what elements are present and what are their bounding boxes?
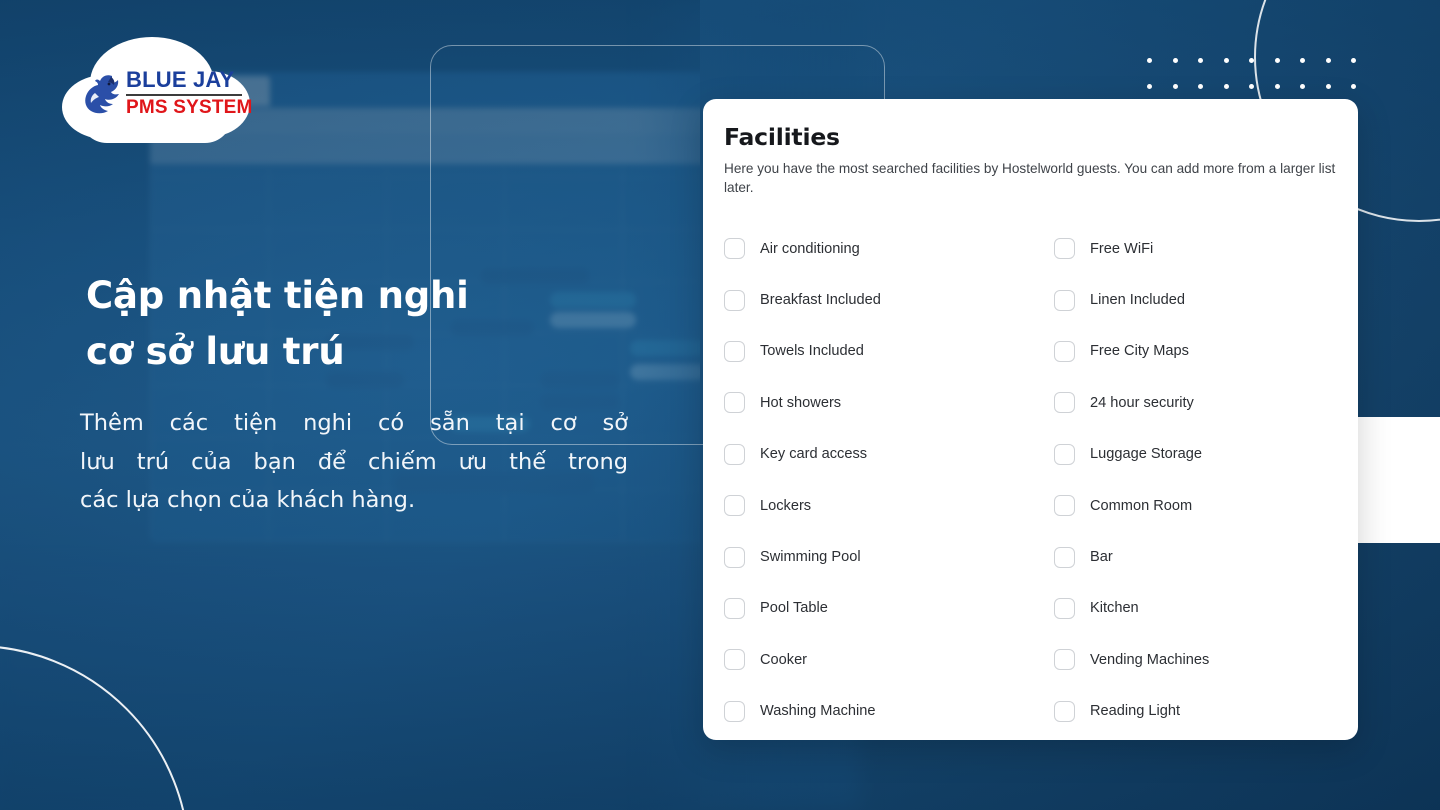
checkbox-icon[interactable]: [724, 443, 745, 465]
facility-item[interactable]: Pool Table: [724, 583, 1054, 634]
hero-headline: Cập nhật tiện nghi cơ sở lưu trú: [86, 268, 646, 380]
checkbox-icon[interactable]: [1054, 649, 1075, 671]
facility-item[interactable]: Hot showers: [724, 377, 1054, 428]
checkbox-icon[interactable]: [724, 238, 745, 260]
checkbox-icon[interactable]: [1054, 392, 1075, 414]
facilities-card: Facilities Here you have the most search…: [703, 99, 1358, 740]
hero-paragraph-line-1: Thêm các tiện nghi có sẵn tại cơ sở: [80, 410, 628, 436]
facility-item[interactable]: Washing Machine: [724, 686, 1054, 737]
facility-label: Air conditioning: [760, 240, 860, 257]
checkbox-icon[interactable]: [1054, 546, 1075, 568]
hero-paragraph-line-3: các lựa chọn của khách hàng.: [80, 487, 416, 513]
decorative-dot: [1325, 83, 1331, 89]
checkbox-icon[interactable]: [1054, 340, 1075, 362]
facility-item[interactable]: Cooker: [724, 634, 1054, 685]
facilities-checkbox-grid: Air conditioning Free WiFi Breakfast Inclu…: [724, 223, 1336, 737]
facility-item[interactable]: Common Room: [1054, 480, 1336, 531]
decorative-dot: [1249, 58, 1254, 63]
checkbox-icon[interactable]: [724, 700, 745, 722]
facility-label: Lockers: [760, 497, 812, 514]
checkbox-icon[interactable]: [724, 392, 745, 414]
checkbox-icon[interactable]: [1054, 597, 1075, 619]
facility-item[interactable]: Swimming Pool: [724, 531, 1054, 582]
facility-label: Hot showers: [760, 394, 842, 411]
decorative-dot: [1223, 58, 1229, 63]
logo-line-primary: BLUE JAY: [126, 67, 235, 92]
facility-label: Free City Maps: [1090, 343, 1189, 360]
facility-item[interactable]: Luggage Storage: [1054, 429, 1336, 480]
checkbox-icon[interactable]: [724, 495, 745, 517]
facility-item[interactable]: Breakfast Included: [724, 274, 1054, 325]
facility-item[interactable]: Free City Maps: [1054, 326, 1336, 377]
facility-item[interactable]: Lockers: [724, 480, 1054, 531]
card-description: Here you have the most searched faciliti…: [724, 161, 1336, 195]
facility-label: Common Room: [1090, 497, 1193, 514]
facility-label: Bar: [1090, 549, 1113, 566]
facility-item[interactable]: Linen Included: [1054, 274, 1336, 325]
checkbox-icon[interactable]: [1054, 289, 1075, 311]
checkbox-icon[interactable]: [1054, 495, 1075, 517]
checkbox-icon[interactable]: [1054, 700, 1075, 722]
hero-paragraph: Thêm các tiện nghi có sẵn tại cơ sở lưu …: [80, 404, 628, 520]
facility-label: Luggage Storage: [1090, 446, 1202, 463]
facility-item[interactable]: Air conditioning: [724, 223, 1054, 274]
facility-label: Washing Machine: [760, 703, 876, 720]
logo-line-secondary: PMS SYSTEM: [126, 96, 253, 118]
facility-label: Key card access: [760, 446, 868, 463]
checkbox-icon[interactable]: [724, 340, 745, 362]
facility-item[interactable]: 24 hour security: [1054, 377, 1336, 428]
decorative-dot: [1351, 58, 1356, 63]
decorative-dot: [1300, 83, 1305, 89]
decorative-dot: [1172, 83, 1178, 89]
checkbox-icon[interactable]: [724, 649, 745, 671]
hero-headline-line-1: Cập nhật tiện nghi: [86, 274, 469, 317]
decorative-dot: [1325, 58, 1331, 63]
hero-headline-line-2: cơ sở lưu trú: [86, 330, 345, 373]
facility-label: Free WiFi: [1090, 240, 1154, 257]
facility-label: Breakfast Included: [760, 292, 881, 309]
hero-paragraph-line-2: lưu trú của bạn để chiếm ưu thế trong: [80, 448, 628, 475]
facility-item[interactable]: Key card access: [724, 429, 1054, 480]
decorative-dot: [1223, 83, 1229, 89]
facility-label: Swimming Pool: [760, 549, 861, 566]
decorative-dot: [1172, 58, 1178, 63]
facility-label: Pool Table: [760, 600, 828, 617]
decorative-dot: [1274, 83, 1280, 89]
decorative-dot: [1249, 83, 1254, 89]
decorative-dot: [1198, 83, 1203, 89]
checkbox-icon[interactable]: [1054, 443, 1075, 465]
facility-label: Linen Included: [1090, 292, 1185, 309]
facility-item[interactable]: Free WiFi: [1054, 223, 1336, 274]
checkbox-icon[interactable]: [724, 289, 745, 311]
facility-item[interactable]: Bar: [1054, 531, 1336, 582]
decorative-dot: [1274, 58, 1280, 63]
card-title: Facilities: [724, 123, 840, 151]
blue-jay-bird-icon: [85, 75, 119, 114]
facility-item[interactable]: Vending Machines: [1054, 634, 1336, 685]
facility-label: 24 hour security: [1090, 394, 1194, 411]
checkbox-icon[interactable]: [1054, 238, 1075, 260]
decorative-dot: [1300, 58, 1305, 63]
facility-label: Kitchen: [1090, 600, 1139, 617]
facility-item[interactable]: Kitchen: [1054, 583, 1336, 634]
facility-label: Reading Light: [1090, 703, 1181, 720]
facility-label: Towels Included: [760, 343, 864, 360]
facility-label: Cooker: [760, 651, 808, 668]
decorative-dot: [1198, 58, 1203, 63]
checkbox-icon[interactable]: [724, 597, 745, 619]
facility-item[interactable]: Towels Included: [724, 326, 1054, 377]
facility-item[interactable]: Reading Light: [1054, 686, 1336, 737]
decorative-dot: [1147, 58, 1152, 63]
decorative-dot: [1351, 83, 1356, 89]
checkbox-icon[interactable]: [724, 546, 745, 568]
brand-logo: BLUE JAY PMS SYSTEM: [62, 37, 253, 145]
facility-label: Vending Machines: [1090, 651, 1210, 668]
decorative-dot: [1147, 83, 1152, 89]
logo-divider: [126, 94, 242, 96]
